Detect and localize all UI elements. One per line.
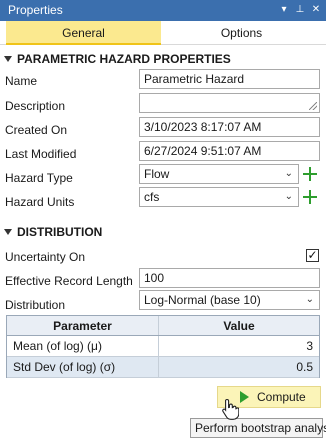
chevron-down-icon: ⌄ [284,168,293,179]
created-on-field: 3/10/2023 8:17:07 AM [139,117,320,137]
cell-value[interactable]: 0.5 [159,357,319,377]
window-title: Properties [8,3,63,17]
hazard-type-value: Flow [144,167,170,181]
tab-general[interactable]: General [6,21,161,45]
resize-grip-icon[interactable] [309,102,317,110]
hazard-type-select[interactable]: Flow ⌄ [139,164,299,184]
add-hazard-type-plus-icon[interactable] [302,166,318,182]
hazard-units-label: Hazard Units [5,195,75,209]
compute-label: Compute [257,390,306,404]
last-modified-field: 6/27/2024 9:51:07 AM [139,141,320,161]
collapse-triangle-icon[interactable] [4,229,12,235]
distribution-select[interactable]: Log-Normal (base 10) ⌄ [139,290,320,310]
name-field[interactable]: Parametric Hazard [139,69,320,89]
column-header-parameter[interactable]: Parameter [7,316,159,335]
tab-options[interactable]: Options [163,21,320,45]
section-hazard-title: PARAMETRIC HAZARD PROPERTIES [17,52,231,66]
hazard-units-select[interactable]: cfs ⌄ [139,187,299,207]
window-titlebar: Properties ▾ ⊥ ✕ [0,0,326,21]
play-icon [240,391,249,403]
section-hazard-header[interactable]: PARAMETRIC HAZARD PROPERTIES [4,52,231,66]
description-field[interactable] [139,93,320,113]
uncertainty-on-checkbox[interactable]: ✓ [306,249,319,262]
window-controls: ▾ ⊥ ✕ [278,2,322,17]
close-icon[interactable]: ✕ [310,2,322,17]
hazard-units-value: cfs [144,190,160,204]
chevron-down-icon: ⌄ [284,191,293,202]
uncertainty-on-label: Uncertainty On [5,250,86,264]
record-length-label: Effective Record Length [5,274,133,288]
pin-icon[interactable]: ⊥ [294,2,306,17]
last-modified-label: Last Modified [5,147,77,161]
compute-tooltip: Perform bootstrap analysis [190,418,326,438]
table-row[interactable]: Mean (of log) (μ) 3 [7,336,319,357]
description-label: Description [5,99,66,113]
section-distribution-header[interactable]: DISTRIBUTION [4,225,102,239]
hazard-type-label: Hazard Type [5,171,73,185]
chevron-down-icon: ⌄ [305,294,314,305]
column-header-value[interactable]: Value [159,316,319,335]
cell-value[interactable]: 3 [159,336,319,356]
cell-parameter: Mean (of log) (μ) [7,336,159,356]
dropdown-menu-icon[interactable]: ▾ [278,2,290,17]
add-hazard-units-plus-icon[interactable] [302,189,318,205]
collapse-triangle-icon[interactable] [4,56,12,62]
distribution-label: Distribution [5,298,66,312]
section-distribution-title: DISTRIBUTION [17,225,103,239]
hand-cursor-icon [222,398,239,420]
tab-strip: General Options [0,21,326,45]
record-length-field[interactable]: 100 [139,268,320,288]
name-label: Name [5,74,38,88]
distribution-value: Log-Normal (base 10) [144,293,261,307]
parameter-table: Parameter Value Mean (of log) (μ) 3 Std … [6,315,320,378]
table-header: Parameter Value [7,316,319,336]
table-row[interactable]: Std Dev (of log) (σ) 0.5 [7,357,319,378]
created-on-label: Created On [5,123,68,137]
cell-parameter: Std Dev (of log) (σ) [7,357,159,377]
